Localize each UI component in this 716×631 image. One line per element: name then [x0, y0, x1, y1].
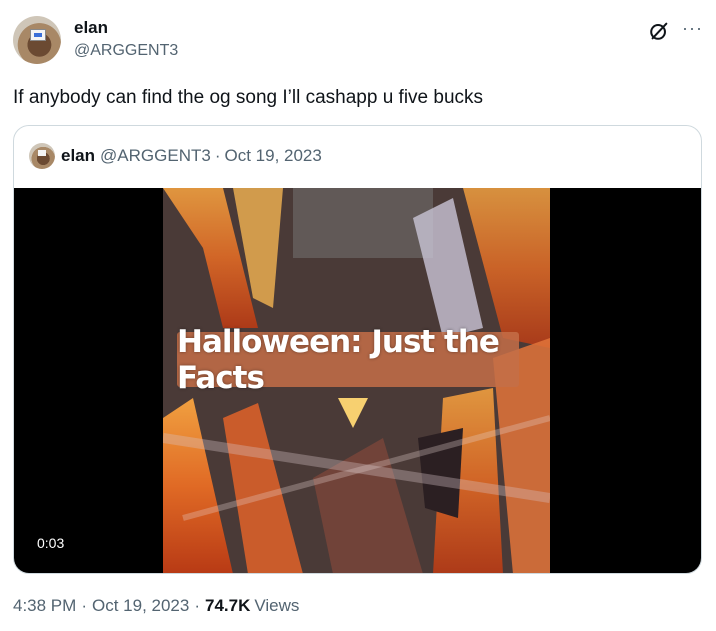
author-display-name[interactable]: elan	[74, 17, 178, 39]
avatar[interactable]	[13, 16, 61, 64]
quoted-tweet-card[interactable]: elan @ARGGENT3 · Oct 19, 2023 Halloween:…	[13, 125, 702, 574]
grok-icon[interactable]	[648, 20, 670, 42]
quoted-tweet-header: elan @ARGGENT3 · Oct 19, 2023	[29, 143, 322, 169]
footer-date[interactable]: Oct 19, 2023	[92, 596, 189, 616]
footer-time[interactable]: 4:38 PM	[13, 596, 76, 616]
views-label: Views	[254, 596, 300, 615]
more-icon[interactable]: ···	[682, 19, 703, 37]
video-title-overlay: Halloween: Just the Facts	[177, 324, 519, 396]
quoted-handle: @ARGGENT3	[100, 146, 211, 165]
footer-separator-2: ·	[194, 596, 200, 615]
video-frame: Halloween: Just the Facts	[163, 188, 550, 573]
views-count: 74.7K	[205, 596, 251, 615]
footer-separator: ·	[81, 596, 87, 615]
video-player[interactable]: Halloween: Just the Facts 0:03	[14, 188, 701, 573]
tweet-footer: 4:38 PM · Oct 19, 2023 · 74.7K Views	[13, 596, 299, 616]
header-actions: ···	[648, 19, 703, 42]
tweet-text: If anybody can find the og song I’ll cas…	[13, 87, 484, 108]
video-duration: 0:03	[28, 530, 74, 556]
author-handle[interactable]: @ARGGENT3	[74, 40, 178, 62]
author-names: elan @ARGGENT3	[74, 17, 178, 62]
quoted-separator: ·	[214, 146, 221, 165]
quoted-display-name: elan	[61, 146, 96, 165]
quoted-date: Oct 19, 2023	[224, 146, 322, 165]
quoted-avatar	[29, 143, 55, 169]
tweet-header: elan @ARGGENT3 ···	[13, 14, 703, 66]
